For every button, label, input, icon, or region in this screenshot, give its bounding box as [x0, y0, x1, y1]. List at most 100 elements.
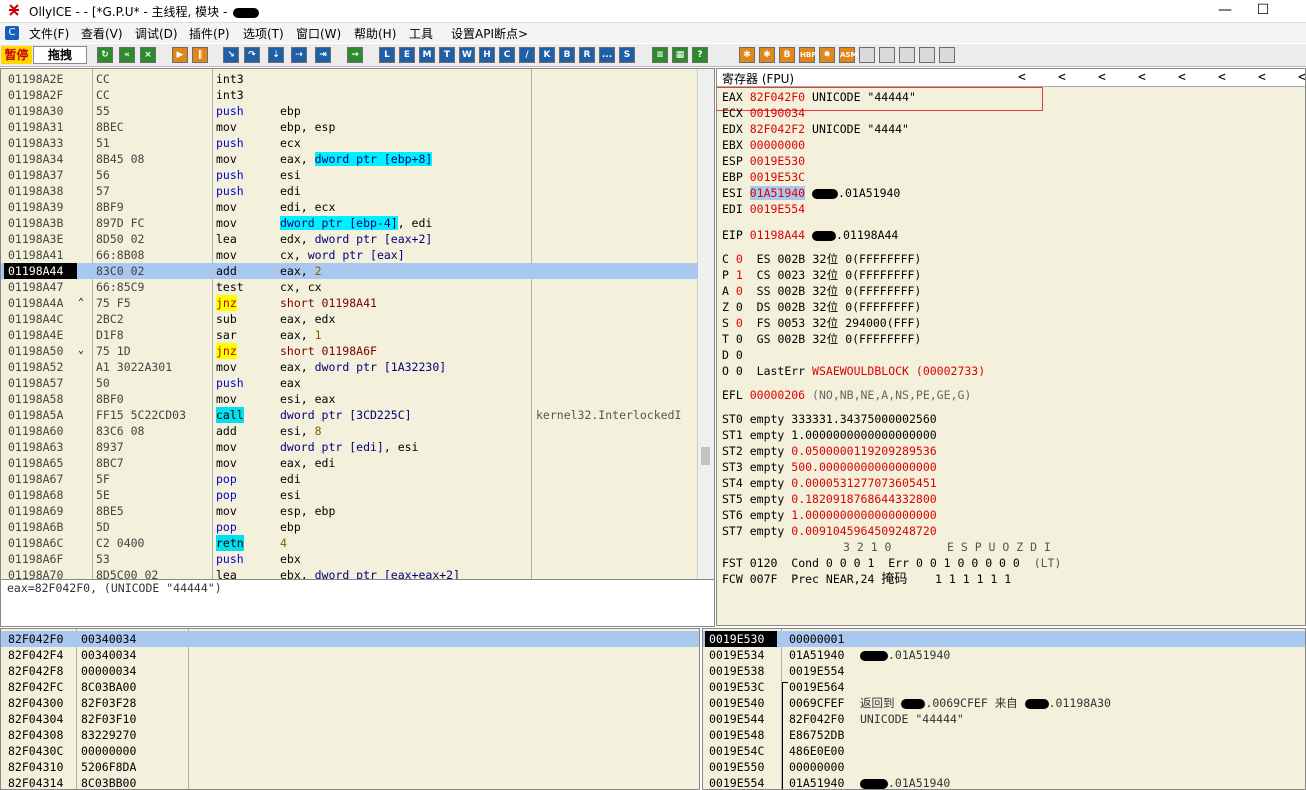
gear-icon[interactable]: ✸	[819, 47, 835, 63]
toolbar-runtrace-button[interactable]: ...	[599, 47, 615, 63]
bookmark-icon[interactable]: B	[779, 47, 795, 63]
flag-value[interactable]: 0	[736, 284, 743, 298]
dump-row[interactable]: 82F042F0 00340034	[1, 631, 699, 647]
dump-row[interactable]: 82F04304 82F03F10	[1, 711, 699, 727]
stack-row[interactable]: 0019E53C 0019E564	[703, 679, 1305, 695]
stack-row[interactable]: 0019E540 0069CFEF 返回到 .0069CFEF 来自 .01198A…	[703, 695, 1305, 711]
fpu-value[interactable]: 0.1820918768644332800	[791, 492, 936, 506]
search-box[interactable]: 拖拽	[33, 46, 87, 64]
flag-value[interactable]: 0	[736, 332, 743, 346]
register-value[interactable]: 01198A44	[750, 228, 805, 242]
chevron-left-icon[interactable]: <	[1258, 70, 1266, 85]
disasm-row[interactable]: 01198A58 8BF0 mov esi, eax	[1, 391, 698, 407]
stack-row[interactable]: 0019E554 01A51940 .01A51940	[703, 775, 1305, 789]
menu-debug[interactable]: 调试(D)	[135, 25, 178, 42]
disasm-row[interactable]: 01198A63 8937 mov dword ptr [edi], esi	[1, 439, 698, 455]
disasm-row[interactable]: 01198A2F CC int3	[1, 87, 698, 103]
register-value[interactable]: 0019E530	[750, 154, 805, 168]
dump-row[interactable]: 82F04314 8C03BB00	[1, 775, 699, 789]
menu-options[interactable]: 选项(T)	[243, 25, 284, 42]
grid-icon[interactable]: ▦	[672, 47, 688, 63]
flag-value[interactable]: 0	[736, 348, 743, 362]
register-value[interactable]: 01A51940	[749, 186, 806, 200]
registers-pane[interactable]: 寄存器 (FPU) < < < < < < < < EAX 82F042F0 U…	[716, 68, 1306, 626]
memory-dump-pane[interactable]: 82F042F0 00340034 82F042F4 00340034 82F042F8…	[0, 628, 700, 790]
chevron-left-icon[interactable]: <	[1218, 70, 1226, 85]
register-value[interactable]: 82F042F2	[750, 122, 805, 136]
toolbar-log-button[interactable]: L	[379, 47, 395, 63]
fpu-value[interactable]: 1.0000000000000000000	[791, 428, 936, 442]
fpu-value[interactable]: 500.00000000000000000	[791, 460, 936, 474]
disasm-row[interactable]: 01198A44 83C0 02 add eax, 2	[1, 263, 698, 279]
disasm-row[interactable]: 01198A3B 897D FC mov dword ptr [ebp-4], edi	[1, 215, 698, 231]
step-into-icon[interactable]: ↘	[223, 47, 239, 63]
disasm-row[interactable]: 01198A41 66:8B08 mov cx, word ptr [eax]	[1, 247, 698, 263]
menu-plugins[interactable]: 插件(P)	[189, 25, 230, 42]
pause-icon[interactable]: ‖	[192, 47, 208, 63]
register-value[interactable]: 0019E554	[750, 202, 805, 216]
chevron-left-icon[interactable]: <	[1178, 70, 1186, 85]
stack-row[interactable]: 0019E544 82F042F0 UNICODE "44444"	[703, 711, 1305, 727]
toolbar-modules-button[interactable]: E	[399, 47, 415, 63]
dump-row[interactable]: 82F04300 82F03F28	[1, 695, 699, 711]
fpu-value[interactable]: 0.0500000119209289536	[791, 444, 936, 458]
execute-till-return-icon[interactable]: ⇥	[315, 47, 331, 63]
dump-row[interactable]: 82F04308 83229270	[1, 727, 699, 743]
disasm-row[interactable]: 01198A67 5F pop edi	[1, 471, 698, 487]
disasm-row[interactable]: 01198A34 8B45 08 mov eax, dword ptr [ebp+8]	[1, 151, 698, 167]
toolbar-memory-button[interactable]: M	[419, 47, 435, 63]
toolbar-handles-button[interactable]: H	[479, 47, 495, 63]
chevron-left-icon[interactable]: <	[1138, 70, 1146, 85]
run-icon[interactable]: ▶	[172, 47, 188, 63]
flag-value[interactable]: 1	[736, 268, 743, 282]
step-over-icon[interactable]: ↷	[244, 47, 260, 63]
toolbar-callstack-button[interactable]: K	[539, 47, 555, 63]
register-value[interactable]: 82F042F0	[750, 90, 805, 104]
register-value[interactable]: 0019E53C	[750, 170, 805, 184]
toolbar-blank-button[interactable]	[899, 47, 915, 63]
minimize-button[interactable]: —	[1210, 2, 1240, 20]
menu-file[interactable]: 文件(F)	[29, 25, 69, 42]
stack-row[interactable]: 0019E548 E86752DB	[703, 727, 1305, 743]
flag-value[interactable]: 0	[736, 316, 743, 330]
goto-icon[interactable]: →	[347, 47, 363, 63]
stack-pane[interactable]: 0019E530 00000001 0019E534 01A51940 .01A5194…	[702, 628, 1306, 790]
menu-tools[interactable]: 工具	[409, 25, 433, 42]
toolbar-windows-button[interactable]: W	[459, 47, 475, 63]
plugin-icon[interactable]: ✱	[739, 47, 755, 63]
dump-row[interactable]: 82F042FC 8C03BA00	[1, 679, 699, 695]
toolbar-blank-button[interactable]	[859, 47, 875, 63]
disasm-row[interactable]: 01198A70 8D5C00 02 lea ebx, dword ptr [eax+…	[1, 567, 698, 579]
app-menu-icon[interactable]: C	[5, 26, 19, 40]
fpu-value[interactable]: 0.0000531277073605451	[791, 476, 936, 490]
disasm-row[interactable]: 01198A4A ⌃ 75 F5 jnz short 01198A41	[1, 295, 698, 311]
disassembly-pane[interactable]: 01198A2E CC int3 01198A2F CC int3 01198A30 55 pu…	[0, 68, 715, 580]
toolbar-cpu-button[interactable]: C	[499, 47, 515, 63]
toolbar-blank-button[interactable]	[919, 47, 935, 63]
trace-into-icon[interactable]: ⇣	[268, 47, 284, 63]
dump-row[interactable]: 82F0430C 00000000	[1, 743, 699, 759]
disasm-row[interactable]: 01198A47 66:85C9 test cx, cx	[1, 279, 698, 295]
toolbar-blank-button[interactable]	[939, 47, 955, 63]
menu-help[interactable]: 帮助(H)	[354, 25, 396, 42]
disasm-row[interactable]: 01198A57 50 push eax	[1, 375, 698, 391]
disasm-row[interactable]: 01198A52 A1 3022A301 mov eax, dword ptr [1A…	[1, 359, 698, 375]
hardware-breakpoint-button[interactable]: HBP	[799, 47, 816, 63]
disasm-row[interactable]: 01198A4C 2BC2 sub eax, edx	[1, 311, 698, 327]
stack-row[interactable]: 0019E54C 486E0E00	[703, 743, 1305, 759]
toolbar-source-button[interactable]: S	[619, 47, 635, 63]
stack-row[interactable]: 0019E534 01A51940 .01A51940	[703, 647, 1305, 663]
scrollbar-thumb[interactable]	[701, 447, 710, 465]
asm-button[interactable]: ASM	[839, 47, 857, 63]
rewind-icon[interactable]: «	[119, 47, 135, 63]
disasm-row[interactable]: 01198A31 8BEC mov ebp, esp	[1, 119, 698, 135]
toolbar-threads-button[interactable]: T	[439, 47, 455, 63]
close-icon[interactable]: ×	[140, 47, 156, 63]
fpu-value[interactable]: 0.0091045964509248720	[791, 524, 936, 538]
flag-value[interactable]: 0	[736, 300, 743, 314]
maximize-button[interactable]: ☐	[1248, 2, 1278, 20]
menu-set-api-breakpoint[interactable]: 设置API断点>	[451, 25, 528, 42]
help-icon[interactable]: ?	[692, 47, 708, 63]
open-icon[interactable]: ↻	[97, 47, 113, 63]
fpu-value[interactable]: 333331.34375000002560	[791, 412, 936, 426]
